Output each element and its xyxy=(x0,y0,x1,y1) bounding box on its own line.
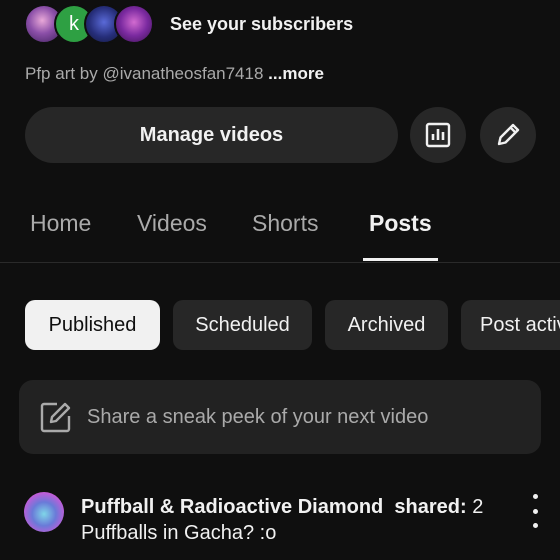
manage-videos-label: Manage videos xyxy=(139,123,284,146)
bio-text: Pfp art by @ivanatheosfan7418 xyxy=(25,64,264,83)
active-tab-indicator xyxy=(363,258,438,261)
kebab-dot xyxy=(532,508,538,514)
kebab-dot xyxy=(532,494,538,499)
channel-tabs: Home Videos Shorts Posts xyxy=(0,200,560,263)
pencil-icon xyxy=(497,123,520,146)
tab-posts[interactable]: Posts xyxy=(369,210,432,237)
edit-channel-button[interactable] xyxy=(480,107,536,163)
tab-home[interactable]: Home xyxy=(30,210,91,237)
manage-videos-button[interactable]: Manage videos xyxy=(25,107,398,163)
filter-chip-archived[interactable]: Archived xyxy=(325,300,448,350)
post-content[interactable]: Puffball & Radioactive Diamond shared: 2… xyxy=(81,494,511,546)
post-shared-label: shared: xyxy=(394,496,467,518)
post-author-avatar[interactable] xyxy=(24,492,64,532)
filter-chip-post-activity[interactable]: Post activity xyxy=(461,300,560,350)
subscriber-avatars: k xyxy=(24,4,154,44)
compose-icon xyxy=(39,400,73,434)
subscriber-avatar xyxy=(114,4,154,44)
channel-bio: Pfp art by @ivanatheosfan7418 ...more xyxy=(25,64,324,84)
create-post-placeholder: Share a sneak peek of your next video xyxy=(87,405,429,428)
filter-chip-published[interactable]: Published xyxy=(25,300,160,350)
kebab-dot xyxy=(532,523,538,528)
channel-posts-page: k See your subscribers Pfp art by @ivana… xyxy=(0,0,560,560)
post-more-options-icon[interactable] xyxy=(524,494,546,528)
more-link[interactable]: ...more xyxy=(268,64,324,83)
tab-videos[interactable]: Videos xyxy=(137,210,207,237)
analytics-button[interactable] xyxy=(410,107,466,163)
see-subscribers-link[interactable]: See your subscribers xyxy=(170,14,353,35)
filter-chip-scheduled[interactable]: Scheduled xyxy=(173,300,312,350)
create-post-box[interactable]: Share a sneak peek of your next video xyxy=(19,380,541,454)
subscribers-row[interactable]: k See your subscribers xyxy=(24,4,353,44)
analytics-icon xyxy=(425,122,451,148)
tab-shorts[interactable]: Shorts xyxy=(252,210,318,237)
post-author[interactable]: Puffball & Radioactive Diamond xyxy=(81,496,383,518)
